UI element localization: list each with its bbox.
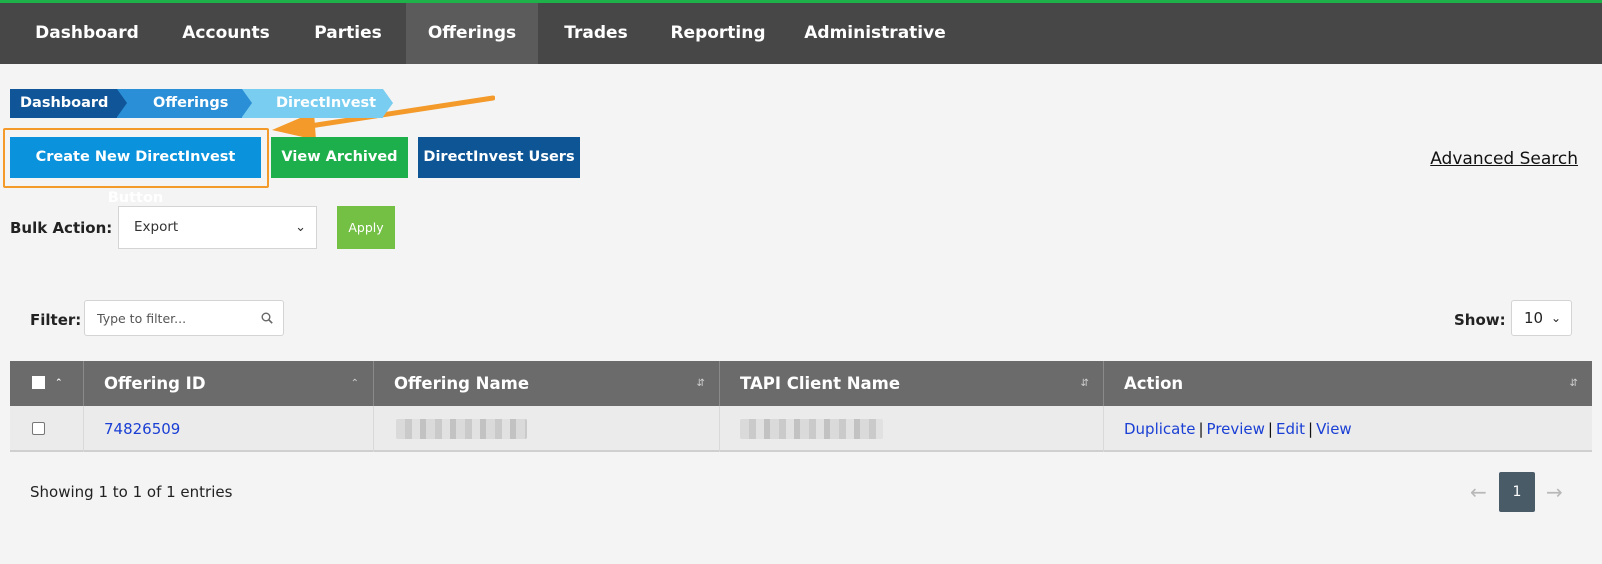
redacted-text bbox=[740, 419, 883, 439]
nav-item-dashboard[interactable]: Dashboard bbox=[22, 3, 152, 64]
directinvest-users-button[interactable]: DirectInvest Users bbox=[418, 137, 580, 178]
show-label: Show: bbox=[1454, 311, 1506, 329]
column-label: Offering ID bbox=[104, 374, 206, 393]
nav-item-administrative[interactable]: Administrative bbox=[800, 3, 950, 64]
bulk-action-label: Bulk Action: bbox=[10, 219, 113, 237]
tapi-client-name-cell bbox=[720, 406, 1104, 452]
column-tapi-client-name[interactable]: TAPI Client Name ⇵ bbox=[720, 361, 1104, 406]
row-checkbox[interactable] bbox=[32, 422, 45, 435]
table-header: ⌃ Offering ID ⌃ Offering Name ⇵ TAPI Cli… bbox=[10, 361, 1592, 406]
bulk-action-value: Export bbox=[134, 219, 179, 235]
separator: | bbox=[1267, 420, 1273, 438]
action-cell: Duplicate | Preview | Edit | View bbox=[1104, 406, 1592, 452]
redacted-text bbox=[396, 419, 527, 439]
nav-item-reporting[interactable]: Reporting bbox=[660, 3, 776, 64]
view-link[interactable]: View bbox=[1316, 420, 1352, 438]
page-1-button[interactable]: 1 bbox=[1499, 472, 1535, 512]
select-all-header: ⌃ bbox=[10, 361, 84, 406]
sort-up-icon[interactable]: ⌃ bbox=[55, 361, 63, 406]
nav-item-accounts[interactable]: Accounts bbox=[164, 3, 288, 64]
offering-name-cell bbox=[374, 406, 720, 452]
sort-icon: ⇵ bbox=[1080, 378, 1089, 389]
separator: | bbox=[1308, 420, 1314, 438]
view-archived-button[interactable]: View Archived bbox=[271, 137, 408, 178]
apply-button[interactable]: Apply bbox=[337, 206, 395, 249]
search-icon bbox=[261, 312, 273, 324]
column-action[interactable]: Action ⇵ bbox=[1104, 361, 1592, 406]
separator: | bbox=[1198, 420, 1204, 438]
next-page-arrow-icon[interactable]: → bbox=[1546, 480, 1563, 504]
preview-link[interactable]: Preview bbox=[1207, 420, 1265, 438]
top-nav: Dashboard Accounts Parties Offerings Tra… bbox=[0, 0, 1602, 64]
column-label: Offering Name bbox=[394, 374, 530, 393]
table-row: 74826509 Duplicate | Preview | Edit | View bbox=[10, 406, 1592, 452]
row-checkbox-cell bbox=[10, 406, 84, 452]
column-label: Action bbox=[1124, 374, 1184, 393]
breadcrumb-directinvest: DirectInvest bbox=[242, 89, 393, 118]
select-all-checkbox[interactable] bbox=[32, 376, 45, 389]
duplicate-link[interactable]: Duplicate bbox=[1124, 420, 1195, 438]
page-size-value: 10 bbox=[1524, 309, 1544, 327]
nav-item-parties[interactable]: Parties bbox=[296, 3, 400, 64]
filter-field bbox=[84, 300, 284, 336]
sort-icon: ⇵ bbox=[1569, 378, 1578, 389]
column-offering-name[interactable]: Offering Name ⇵ bbox=[374, 361, 720, 406]
nav-item-offerings[interactable]: Offerings bbox=[406, 3, 538, 64]
chevron-down-icon: ⌄ bbox=[1550, 311, 1561, 325]
column-label: TAPI Client Name bbox=[740, 374, 901, 393]
nav-item-trades[interactable]: Trades bbox=[548, 3, 644, 64]
highlight-box bbox=[3, 128, 269, 188]
advanced-search-link[interactable]: Advanced Search bbox=[1430, 149, 1578, 169]
page-size-select[interactable]: 10 ⌄ bbox=[1511, 300, 1572, 336]
edit-link[interactable]: Edit bbox=[1276, 420, 1305, 438]
chevron-down-icon: ⌄ bbox=[295, 220, 306, 235]
prev-page-arrow-icon[interactable]: ← bbox=[1470, 480, 1487, 504]
breadcrumb-dashboard[interactable]: Dashboard bbox=[10, 89, 127, 118]
offering-id-link[interactable]: 74826509 bbox=[84, 406, 374, 452]
filter-label: Filter: bbox=[30, 311, 82, 329]
entries-summary: Showing 1 to 1 of 1 entries bbox=[30, 483, 233, 501]
filter-input[interactable] bbox=[97, 301, 247, 335]
bulk-action-select[interactable]: Export ⌄ bbox=[118, 206, 317, 249]
column-offering-id[interactable]: Offering ID ⌃ bbox=[84, 361, 374, 406]
breadcrumb-offerings[interactable]: Offerings bbox=[117, 89, 252, 118]
sort-icon: ⌃ bbox=[350, 378, 359, 389]
sort-icon: ⇵ bbox=[696, 378, 705, 389]
